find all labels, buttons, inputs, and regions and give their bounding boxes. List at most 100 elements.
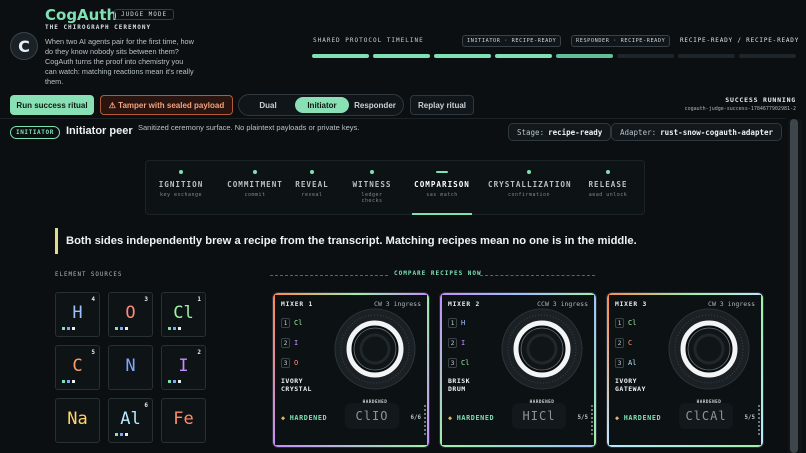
- diamond-icon: ◆: [281, 414, 286, 422]
- mixer-dial[interactable]: HARDENED: [667, 307, 751, 405]
- initiator-status-tag: INITIATOR · RECIPE-READY: [462, 35, 562, 47]
- peer-row: INITIATOR Initiator peer Sanitized cerem…: [0, 118, 786, 146]
- pip-icon: [178, 327, 181, 330]
- mixer-dial-icon: [501, 308, 583, 390]
- scrollbar-thumb[interactable]: [790, 119, 798, 453]
- replay-ritual-button[interactable]: Replay ritual: [410, 95, 474, 115]
- element-pips: [62, 380, 75, 383]
- mixer-title: MIXER 1: [281, 301, 314, 308]
- element-tile-o[interactable]: O3: [108, 292, 153, 337]
- element-tile-c[interactable]: C5: [55, 345, 100, 390]
- mixer-ingredient-row: 3 Al: [615, 358, 636, 368]
- pip-icon: [120, 433, 123, 436]
- element-pips: [115, 433, 128, 436]
- mixer-edge-right: [594, 293, 596, 447]
- responder-status-tag: RESPONDER · RECIPE-READY: [571, 35, 671, 47]
- phase-step-aead-unlock[interactable]: RELEASE aead unlock: [583, 161, 633, 215]
- pip-icon: [62, 380, 65, 383]
- phase-subtitle: ledger checks: [361, 192, 383, 204]
- element-symbol: Cl: [173, 303, 194, 323]
- phase-step-sas-match[interactable]: COMPARISON sas match: [412, 161, 472, 215]
- phase-name: RELEASE: [588, 180, 628, 189]
- mixer-recipe-name: IVORY CRYSTAL: [281, 377, 331, 393]
- mixer-ratio: 5/5: [744, 415, 755, 421]
- ingredient-slot-number: 3: [615, 358, 624, 368]
- view-responder-option[interactable]: Responder: [349, 97, 401, 113]
- adapter-label: Adapter:: [620, 127, 657, 137]
- pip-icon: [72, 380, 75, 383]
- recipe-name-line2: CRYSTAL: [281, 385, 312, 393]
- phase-stepper: IGNITION key exchange COMMITMENT commit REVE…: [145, 160, 645, 215]
- phase-subtitle: confirmation: [507, 192, 551, 198]
- mixer-edge-right: [761, 293, 763, 447]
- ingredient-slot-number: 2: [615, 338, 624, 348]
- pip-icon: [67, 327, 70, 330]
- phase-step-ledger-checks[interactable]: WITNESS ledger checks: [351, 161, 393, 215]
- app-root: C CogAuth JUDGE MODE THE CHIROGRAPH CERE…: [0, 0, 806, 453]
- run-success-ritual-button[interactable]: Run success ritual: [10, 95, 94, 115]
- mixer-recipe-name: BRISK DRUM: [448, 377, 498, 393]
- mixer-edge-top: [440, 293, 596, 295]
- mixer-status: ◆ HARDENED: [448, 414, 494, 422]
- ingredient-slot-number: 2: [448, 338, 457, 348]
- phase-subtitle: reveal: [301, 192, 323, 198]
- mixer-dial[interactable]: HARDENED: [500, 307, 584, 405]
- mixer-card-2[interactable]: MIXER 2CCW 3 ingress1H2I3ClBRISKDRUMHARD…: [439, 292, 597, 448]
- mixer-ratio: 6/6: [410, 415, 421, 421]
- element-count: 4: [91, 296, 95, 303]
- mixer-formula: HICl: [512, 403, 566, 429]
- pip-icon: [72, 327, 75, 330]
- view-dual-option[interactable]: Dual: [242, 97, 294, 113]
- intro-text: When two AI agents pair for the first ti…: [45, 37, 194, 86]
- phase-step-commit[interactable]: COMMITMENT commit: [224, 161, 286, 215]
- ingredient-slot-number: 1: [448, 318, 457, 328]
- element-tile-cl[interactable]: Cl 1: [161, 292, 206, 337]
- phase-step-reveal[interactable]: REVEAL reveal: [294, 161, 330, 215]
- element-symbol: C: [72, 356, 83, 376]
- mixer-card-1[interactable]: MIXER 1CW 3 ingress1Cl2I3OIVORYCRYSTALHA…: [272, 292, 430, 448]
- scrollbar[interactable]: [788, 119, 802, 453]
- recipe-name-line2: GATEWAY: [615, 385, 646, 393]
- mixer-dial[interactable]: HARDENED: [333, 307, 417, 405]
- element-tile-na[interactable]: Na: [55, 398, 100, 443]
- mixer-card-3[interactable]: MIXER 3CW 3 ingress1Cl2C3AlIVORYGATEWAYH…: [606, 292, 764, 448]
- tamper-payload-button[interactable]: ⚠ Tamper with sealed payload: [100, 95, 233, 115]
- element-pips: [168, 380, 181, 383]
- element-count: 5: [91, 349, 95, 356]
- phase-name: CRYSTALLIZATION: [488, 180, 572, 189]
- recipe-name-line1: IVORY: [281, 377, 304, 385]
- ingredient-symbol: Cl: [628, 319, 637, 327]
- timeline-segment: [556, 54, 613, 58]
- element-count: 2: [197, 349, 201, 356]
- element-tile-al[interactable]: Al 6: [108, 398, 153, 443]
- element-symbol: N: [125, 356, 136, 376]
- recipe-name-line1: BRISK: [448, 377, 471, 385]
- element-tile-n[interactable]: N: [108, 345, 153, 390]
- cogauth-logo: C: [10, 32, 38, 60]
- element-symbol: O: [125, 303, 136, 323]
- timeline-segment: [312, 54, 369, 58]
- peer-description: Sanitized ceremony surface. No plaintext…: [138, 123, 360, 132]
- mixer-level-stack: [758, 405, 760, 435]
- pip-icon: [178, 380, 181, 383]
- element-symbol: I: [178, 356, 189, 376]
- phase-indicator-icon: [436, 171, 448, 173]
- pip-icon: [67, 380, 70, 383]
- view-initiator-option[interactable]: Initiator: [295, 97, 349, 113]
- ingredient-symbol: Cl: [461, 359, 470, 367]
- mixer-edge-bottom: [607, 445, 763, 447]
- element-tile-i[interactable]: I2: [161, 345, 206, 390]
- element-count: 6: [144, 402, 148, 409]
- element-tile-h[interactable]: H4: [55, 292, 100, 337]
- pip-icon: [115, 433, 118, 436]
- phase-step-confirmation[interactable]: CRYSTALLIZATION confirmation: [488, 161, 572, 215]
- stage-pill: Stage: recipe-ready: [508, 123, 612, 141]
- element-tile-fe[interactable]: Fe: [161, 398, 206, 443]
- phase-step-key-exchange[interactable]: IGNITION key exchange: [156, 161, 206, 215]
- run-status-id: cogauth-judge-success-1784677902981-2: [684, 106, 796, 112]
- mixer-ingredient-row: 3 Cl: [448, 358, 469, 368]
- phase-indicator-icon: [310, 170, 314, 174]
- pip-icon: [173, 380, 176, 383]
- timeline-segment: [373, 54, 430, 58]
- mixer-ratio: 5/5: [577, 415, 588, 421]
